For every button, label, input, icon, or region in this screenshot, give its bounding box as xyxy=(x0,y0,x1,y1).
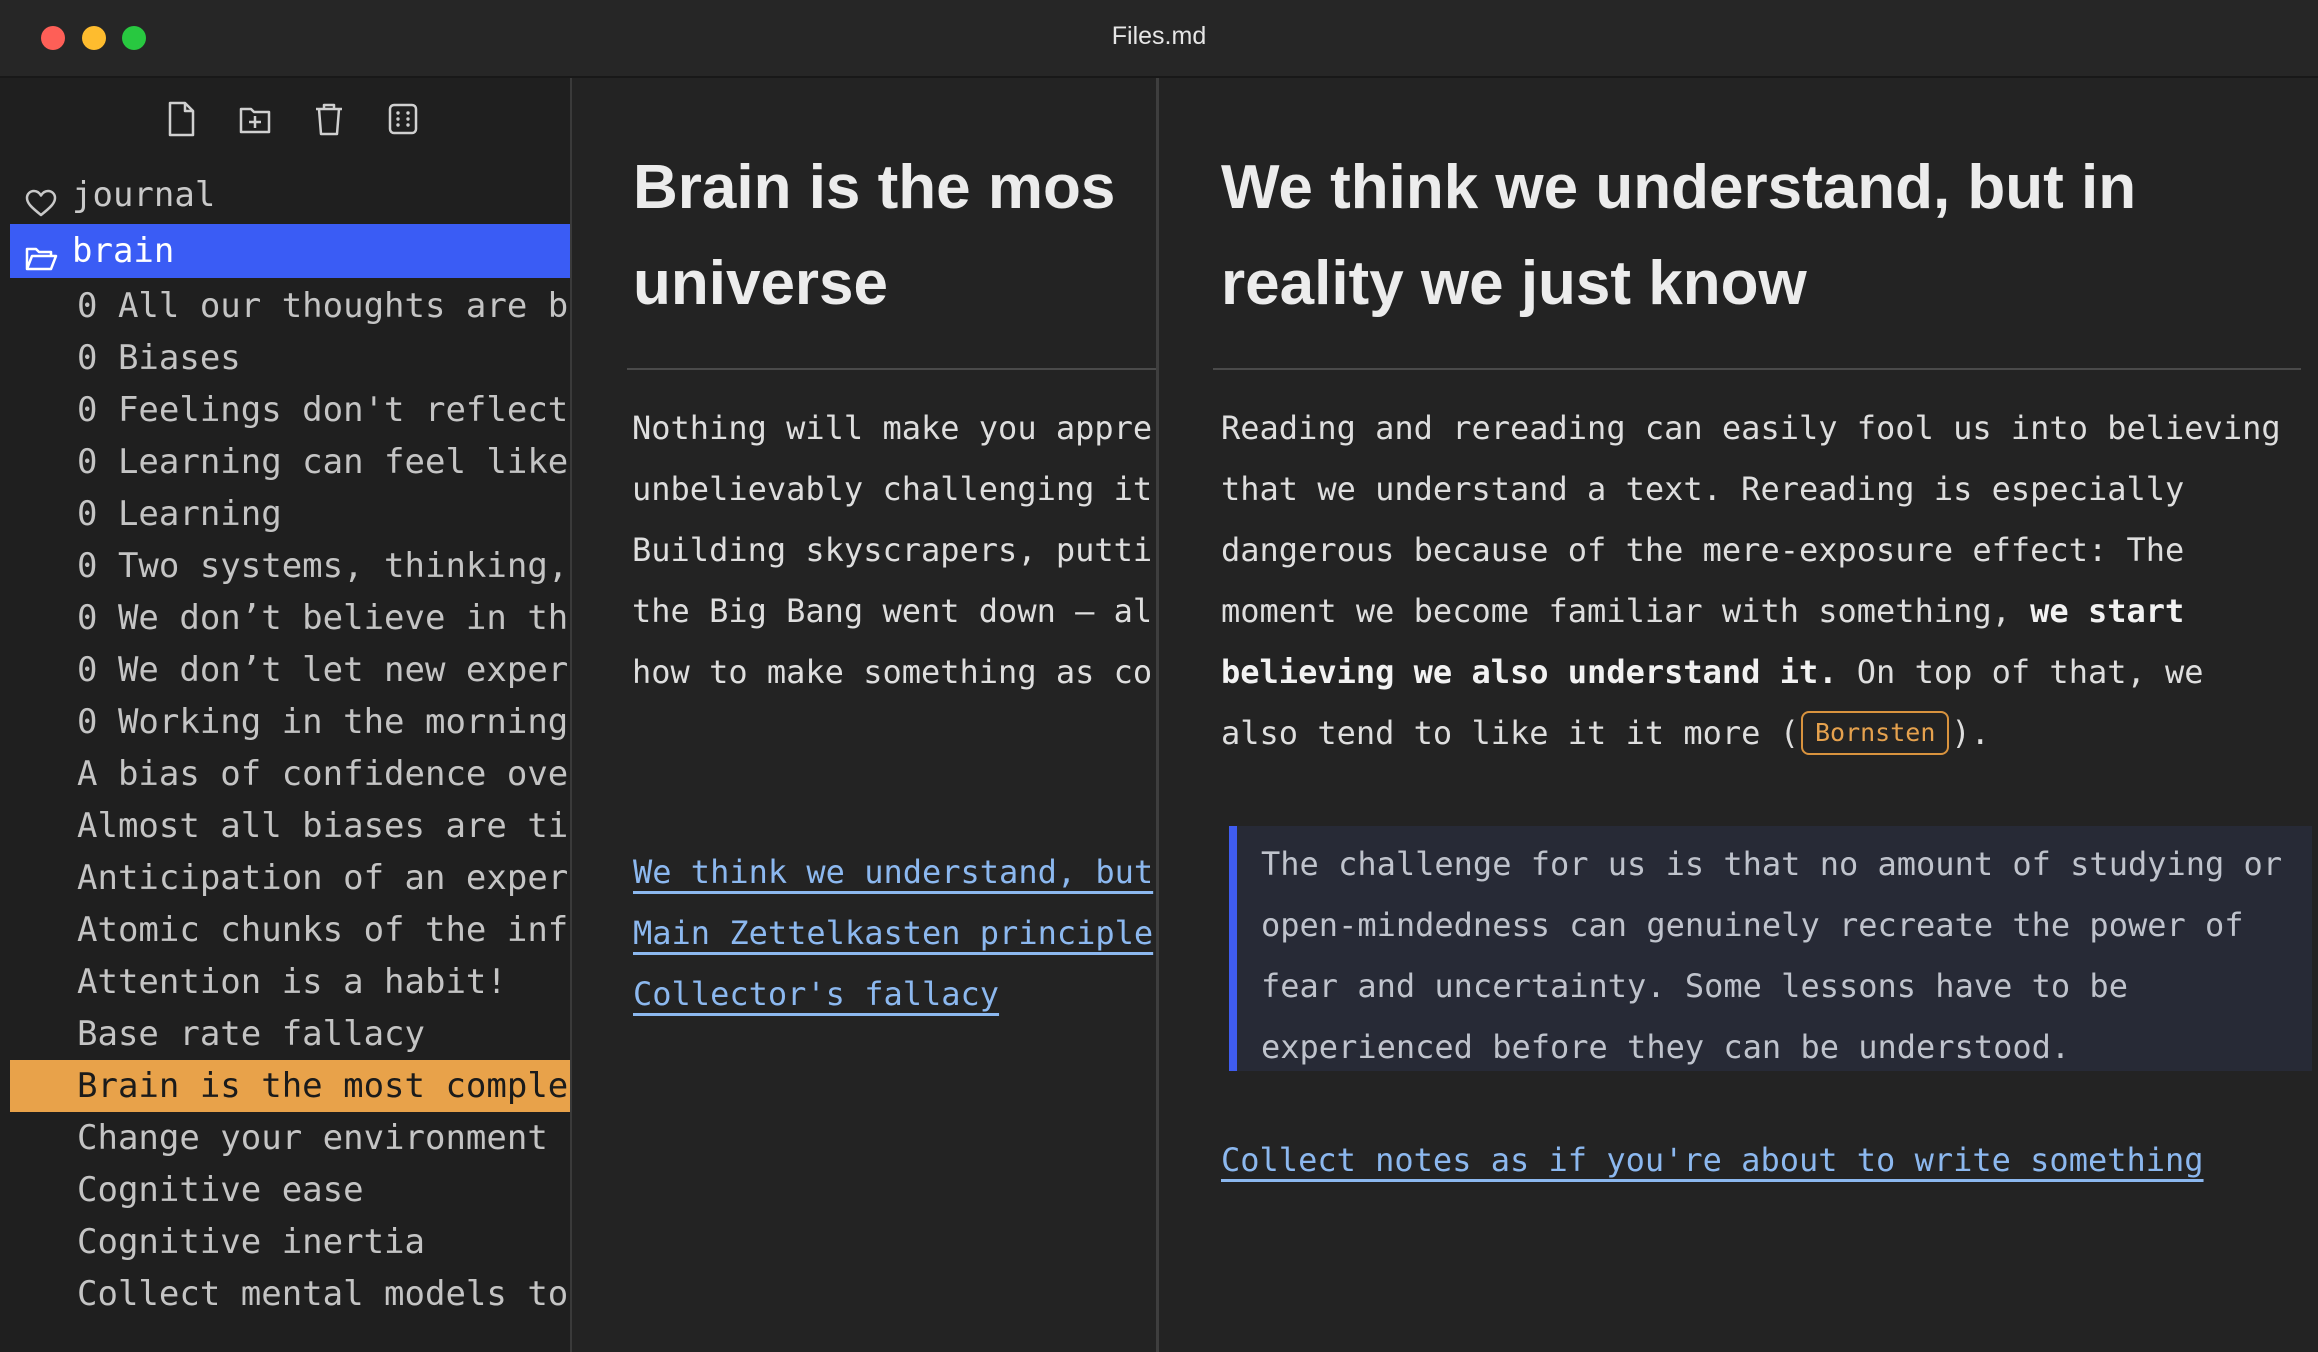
file-item[interactable]: 0 Biases xyxy=(10,332,570,384)
sidebar-toolbar xyxy=(164,100,420,138)
body-line: Building skyscrapers, putti xyxy=(632,531,1153,569)
related-links: Collect notes as if you're about to writ… xyxy=(1221,1130,2204,1191)
editor-pane-right: We think we understand, but in reality w… xyxy=(1159,78,2318,1352)
note-link[interactable]: Collector's fallacy xyxy=(633,964,1153,1025)
editor-pane-left: Brain is the mos universe Nothing will m… xyxy=(572,78,1156,1352)
folder-label: brain xyxy=(72,231,175,271)
file-item[interactable]: 0 All our thoughts are b xyxy=(10,280,570,332)
folder-open-icon xyxy=(24,236,58,271)
trash-icon[interactable] xyxy=(312,100,346,138)
folder-label: journal xyxy=(72,175,216,215)
folder-plus-icon[interactable] xyxy=(238,100,272,138)
document-title: We think we understand, but in reality w… xyxy=(1221,153,2137,318)
blockquote: The challenge for us is that no amount o… xyxy=(1229,826,2312,1071)
file-item[interactable]: 0 Two systems, thinking, xyxy=(10,540,570,592)
app-window: Files.md journal brain 0 All our thought… xyxy=(0,0,2318,1352)
file-item[interactable]: Anticipation of an exper xyxy=(10,852,570,904)
heading-divider xyxy=(627,368,1156,370)
file-item[interactable]: 0 Working in the morning xyxy=(10,696,570,748)
file-item[interactable]: Atomic chunks of the info xyxy=(10,904,570,956)
heading-divider xyxy=(1213,368,2301,370)
note-link[interactable]: Collect notes as if you're about to writ… xyxy=(1221,1130,2204,1191)
folder-brain[interactable]: brain xyxy=(10,224,570,278)
file-item[interactable]: Almost all biases are ti xyxy=(10,800,570,852)
file-item[interactable]: Attention is a habit! xyxy=(10,956,570,1008)
body-line: Nothing will make you appre xyxy=(632,409,1153,447)
file-icon[interactable] xyxy=(164,100,198,138)
body-line: the Big Bang went down – al xyxy=(632,592,1153,630)
body-text: ). xyxy=(1951,714,1990,752)
title-line: universe xyxy=(633,249,889,318)
body-line: unbelievably challenging it xyxy=(632,470,1153,508)
file-item[interactable]: 0 We don’t believe in the xyxy=(10,592,570,644)
file-item[interactable]: Cognitive inertia xyxy=(10,1216,570,1268)
document-title: Brain is the mos universe xyxy=(633,140,1115,332)
document-body: Nothing will make you appre unbelievably… xyxy=(632,398,1156,703)
file-item-active[interactable]: Brain is the most comple xyxy=(10,1060,570,1112)
grid-icon[interactable] xyxy=(386,100,420,138)
title-bar: Files.md xyxy=(0,0,2318,78)
folder-journal[interactable]: journal xyxy=(10,168,570,222)
note-link[interactable]: Main Zettelkasten principle xyxy=(633,903,1153,964)
file-item[interactable]: Cognitive ease xyxy=(10,1164,570,1216)
file-item[interactable]: 0 Learning can feel like xyxy=(10,436,570,488)
file-item[interactable]: 0 Feelings don't reflect xyxy=(10,384,570,436)
file-item[interactable]: Base rate fallacy xyxy=(10,1008,570,1060)
related-links: We think we understand, but Main Zettelk… xyxy=(633,842,1153,1025)
file-item[interactable]: 0 Learning xyxy=(10,488,570,540)
body-line: how to make something as co xyxy=(632,653,1153,691)
blockquote-text: The challenge for us is that no amount o… xyxy=(1261,845,2283,1066)
citation-tag[interactable]: Bornsten xyxy=(1800,711,1950,755)
file-list: 0 All our thoughts are b0 Biases 0 Feelin… xyxy=(10,280,570,1320)
file-item[interactable]: A bias of confidence ove xyxy=(10,748,570,800)
file-item[interactable]: Change your environment xyxy=(10,1112,570,1164)
document-body: Reading and rereading can easily fool us… xyxy=(1221,398,2291,764)
heart-icon xyxy=(24,180,58,217)
note-link[interactable]: We think we understand, but xyxy=(633,842,1153,903)
sidebar: journal brain 0 All our thoughts are b0 … xyxy=(0,78,570,1352)
file-item[interactable]: Collect mental models to xyxy=(10,1268,570,1320)
window-title: Files.md xyxy=(1111,22,1207,50)
title-line: Brain is the mos xyxy=(633,153,1116,222)
file-item[interactable]: 0 We don’t let new exper xyxy=(10,644,570,696)
